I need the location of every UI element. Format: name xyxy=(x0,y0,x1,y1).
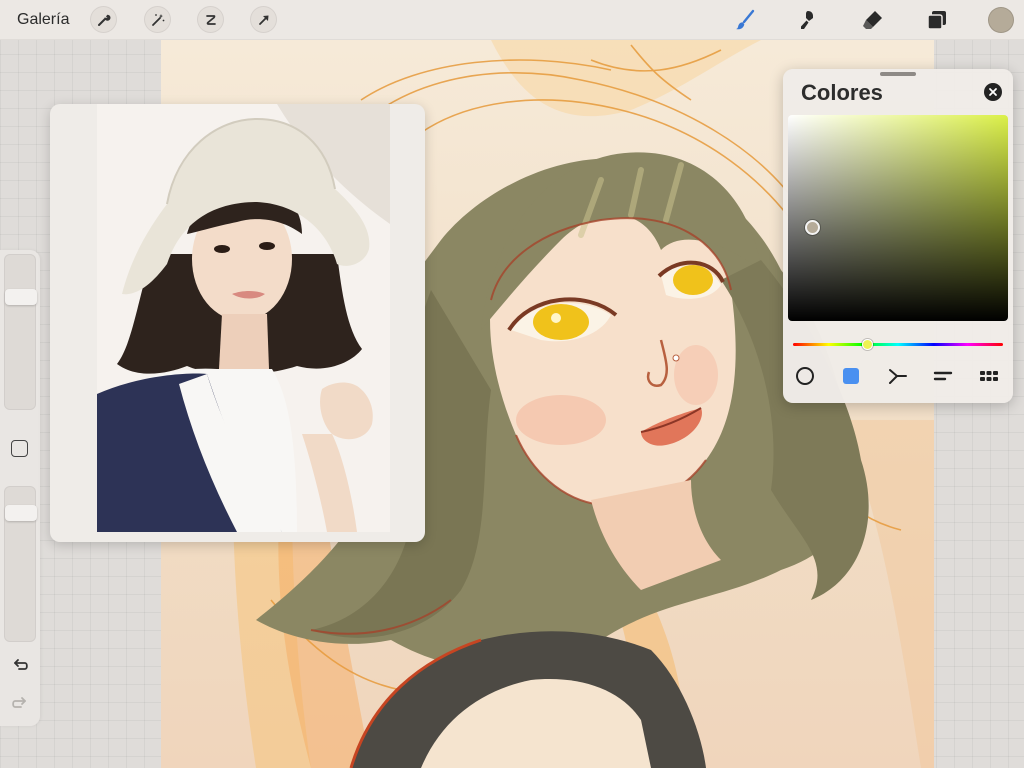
palettes-mode-icon xyxy=(980,371,998,381)
gallery-button[interactable]: Galería xyxy=(17,11,69,29)
eraser-icon xyxy=(863,11,882,29)
brush-tool-button[interactable] xyxy=(731,6,759,34)
hue-slider[interactable] xyxy=(793,339,1003,350)
opacity-thumb[interactable] xyxy=(5,505,37,521)
colors-panel: Colores xyxy=(783,69,1013,403)
layers-button[interactable] xyxy=(923,6,951,34)
close-panel-button[interactable] xyxy=(984,83,1002,101)
classic-mode-icon xyxy=(843,368,859,384)
harmony-mode-button[interactable] xyxy=(886,365,910,387)
classic-mode-button[interactable] xyxy=(839,365,863,387)
layers-icon xyxy=(927,11,946,30)
actions-button[interactable] xyxy=(90,6,117,33)
colors-panel-drag-handle[interactable] xyxy=(880,72,916,76)
color-swatch-button[interactable] xyxy=(988,7,1014,33)
harmony-mode-icon xyxy=(889,369,907,384)
redo-icon[interactable] xyxy=(10,693,30,713)
adjustments-button[interactable] xyxy=(144,6,171,33)
close-icon xyxy=(989,88,997,96)
modify-square-icon[interactable] xyxy=(11,440,28,457)
colors-panel-title: Colores xyxy=(801,80,883,105)
opacity-slider[interactable] xyxy=(4,486,37,642)
disc-mode-icon xyxy=(796,367,814,385)
saturation-value-picker[interactable] xyxy=(788,115,1008,321)
undo-icon[interactable] xyxy=(10,655,30,675)
eraser-tool-button[interactable] xyxy=(859,6,887,34)
hue-slider-thumb[interactable] xyxy=(862,339,873,350)
brush-size-thumb[interactable] xyxy=(5,289,37,305)
reference-photo-image xyxy=(97,104,390,532)
selection-button[interactable] xyxy=(197,6,224,33)
wrench-icon xyxy=(97,14,110,26)
disc-mode-button[interactable] xyxy=(793,365,817,387)
smudge-tool-button[interactable] xyxy=(794,6,822,34)
brush-icon xyxy=(736,9,755,30)
selection-icon xyxy=(205,14,216,25)
reference-window[interactable] xyxy=(50,104,425,542)
magic-wand-icon xyxy=(151,13,164,26)
transform-button[interactable] xyxy=(250,6,277,33)
value-mode-icon xyxy=(933,371,953,381)
value-mode-button[interactable] xyxy=(931,365,955,387)
palettes-mode-button[interactable] xyxy=(977,365,1001,387)
reference-photo xyxy=(97,104,390,532)
top-toolbar: Galería xyxy=(0,0,1024,40)
smudge-icon xyxy=(801,11,813,29)
brush-size-slider[interactable] xyxy=(4,254,37,410)
color-picker-thumb[interactable] xyxy=(805,220,820,235)
left-sidebar xyxy=(0,250,40,726)
arrow-cursor-icon xyxy=(258,15,268,25)
